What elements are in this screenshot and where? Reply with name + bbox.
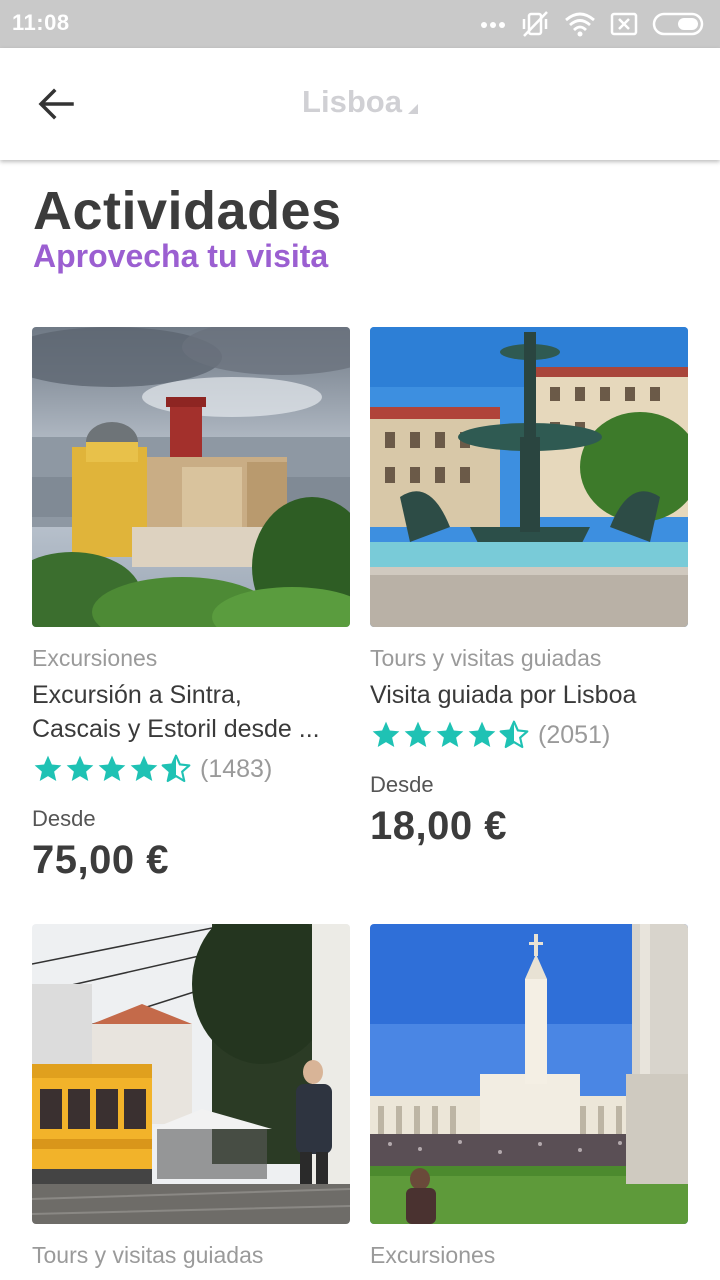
more-dots-icon [481, 22, 505, 28]
location-selector[interactable]: Lisboa [0, 84, 720, 120]
star-full-icon [372, 721, 400, 747]
page-subtitle: Aprovecha tu visita [33, 238, 329, 274]
star-full-icon [404, 721, 432, 747]
price-value: 75,00 € [32, 838, 169, 882]
sintra-pena-palace-photo [32, 327, 350, 627]
price-label: Desde [32, 806, 96, 831]
fatima-sanctuary-photo [370, 924, 688, 1224]
star-half-icon [499, 720, 529, 749]
star-rating [32, 753, 192, 785]
activity-name-line-1: Excursión a Sintra, [32, 681, 242, 709]
activity-category: Excursiones [370, 1242, 496, 1268]
star-rating [370, 719, 530, 751]
price-label: Desde [370, 772, 434, 797]
sim-off-icon [610, 12, 638, 36]
activity-image [370, 327, 688, 627]
status-icons [480, 8, 706, 40]
star-full-icon [98, 755, 126, 781]
activity-category: Excursiones [32, 645, 158, 671]
status-bar: 11:08 [0, 0, 720, 48]
star-full-icon [436, 721, 464, 747]
activity-image [32, 924, 350, 1224]
activity-category: Tours y visitas guiadas [32, 1242, 264, 1268]
lisbon-tram-photo [32, 924, 350, 1224]
status-time: 11:08 [12, 10, 70, 35]
page-title: Actividades [33, 181, 342, 241]
activity-name-line-2: Cascais y Estoril desde ... [32, 715, 320, 743]
activity-category: Tours y visitas guiadas [370, 645, 602, 671]
activity-image [370, 924, 688, 1224]
dropdown-caret-icon [407, 104, 418, 114]
review-count: (2051) [538, 720, 611, 749]
star-full-icon [34, 755, 62, 781]
battery-icon [652, 12, 704, 36]
app-bar: Lisboa [0, 48, 720, 160]
lisbon-fountain-photo [370, 327, 688, 627]
activity-card-sintra[interactable]: Excursiones Excursión a Sintra, Cascais … [32, 327, 350, 883]
activity-name-line-1: Visita guiada por Lisboa [370, 681, 637, 709]
review-count: (1483) [200, 754, 273, 783]
activity-name: Excursión a Sintra, Cascais y Estoril de… [32, 678, 350, 746]
vibrate-off-icon [522, 11, 548, 37]
activity-card-tram-tour[interactable]: Tours y visitas guiadas [32, 924, 350, 1269]
activity-card-fatima-excursion[interactable]: Excursiones [370, 924, 688, 1269]
star-full-icon [130, 755, 158, 781]
price-value: 18,00 € [370, 804, 507, 848]
activity-rating: (2051) [370, 718, 688, 752]
activity-image [32, 327, 350, 627]
wifi-icon [565, 12, 595, 37]
activity-name: Visita guiada por Lisboa [370, 678, 688, 712]
star-half-icon [161, 754, 191, 783]
app-title: Lisboa [302, 84, 402, 119]
star-full-icon [468, 721, 496, 747]
activity-card-lisboa-tour[interactable]: Tours y visitas guiadas Visita guiada po… [370, 327, 688, 849]
activity-rating: (1483) [32, 752, 350, 786]
star-full-icon [66, 755, 94, 781]
